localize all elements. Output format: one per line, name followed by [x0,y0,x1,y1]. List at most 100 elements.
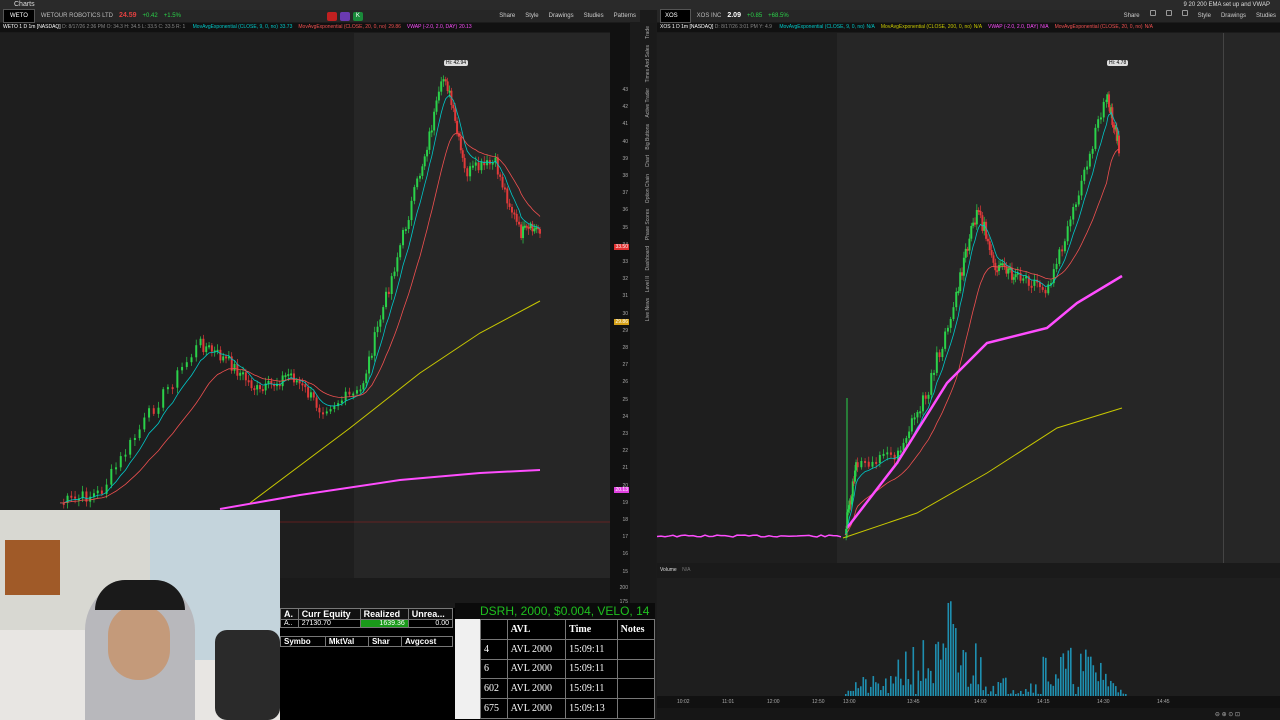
table-header-cell[interactable]: Symbo [280,636,326,647]
left-symbol-input[interactable]: WETO [3,9,35,23]
time-tick: 13:00 [843,699,856,705]
table-header-cell[interactable]: Time [565,619,618,640]
right-study-0[interactable]: MovAvgExponential (CLOSE, 9, 0, no) [779,24,864,30]
left-studies-button[interactable]: Studies [584,10,604,22]
left-price-tick: 31 [622,293,628,300]
order-cell: 15:09:11 [565,678,618,700]
right-study-1[interactable]: MovAvgExponential (CLOSE, 200, 0, no) [881,24,972,30]
left-candle [508,203,511,207]
table-header-cell[interactable]: Realized [359,608,409,620]
left-candle [329,409,332,412]
left-price-axis[interactable]: 4342414039383736353433323130292827262524… [610,23,630,605]
right-candle [864,460,867,463]
table-header-cell[interactable]: AVL [506,619,567,640]
side-tab[interactable]: Phase Scores [645,209,651,240]
left-candle [256,385,259,390]
order-cell [616,698,655,719]
table-header-cell[interactable]: Avgcost [400,636,454,647]
left-style-button[interactable]: Style [525,10,538,22]
table-header-cell[interactable]: A. [280,608,299,620]
side-tab[interactable]: Option Chain [645,174,651,203]
right-drawings-button[interactable]: Drawings [1221,10,1246,22]
left-candle [115,467,118,470]
left-chart-area[interactable]: Hi: 42.94 [0,33,610,578]
volume-bar [855,682,857,696]
left-study-0[interactable]: MovAvgExponential (CLOSE, 9, 0, no) [193,24,278,30]
left-candle [70,495,73,498]
left-drawings-button[interactable]: Drawings [549,10,574,22]
grid-icon[interactable] [1165,10,1172,16]
table-row[interactable]: 675 AVL 2000 15:09:13 [480,698,655,719]
table-header-cell[interactable] [480,619,508,640]
right-bottom-bar: ⊖ ⊕ ⊙ ⊡ [657,708,1280,720]
side-tab[interactable]: Level II [645,276,651,292]
right-share-button[interactable]: Share [1124,10,1140,22]
left-candle [322,412,325,415]
left-candle [430,130,433,133]
account-panel: A. Curr Equity Realized Unrea... A.. 27130.7… [280,608,455,720]
time-tick: 14:00 [974,699,987,705]
left-candle [527,226,530,229]
left-candle [423,156,426,167]
side-tab[interactable]: Trade [645,26,651,39]
table-header-cell[interactable]: Notes [616,619,655,640]
right-candle [1058,249,1061,264]
left-study-1[interactable]: MovAvgExponential (CLOSE, 20, 0, no) [298,24,386,30]
table-header-cell[interactable]: Unrea... [407,608,454,620]
record-icon[interactable] [326,11,337,21]
table-header-cell[interactable]: Shar [367,636,402,647]
right-study-value-1: N/A [973,24,983,30]
side-tab[interactable]: Live News [645,298,651,321]
zoom-icons[interactable]: ⊖ ⊕ ⊙ ⊡ [1215,711,1240,718]
right-chart-area[interactable]: Hi: 4.78 [657,33,1280,563]
right-studies-button[interactable]: Studies [1256,10,1276,22]
volume-bar [1060,656,1062,696]
k-icon[interactable]: K [352,11,363,21]
left-candle [119,456,122,468]
right-candle [1108,94,1111,108]
left-patterns-button[interactable]: Patterns [614,10,636,22]
order-cell: 15:09:13 [565,698,618,719]
table-row[interactable]: 4 AVL 2000 15:09:11 [480,638,655,660]
side-tab[interactable]: Chart [645,155,651,167]
table-header-cell[interactable]: MktVal [324,636,369,647]
right-candle [944,331,947,349]
right-company-name: XOS INC [696,13,722,19]
table-header-cell[interactable]: Curr Equity [297,608,361,620]
right-study-3[interactable]: MovAvgExponential (CLOSE, 20, 0, no) [1055,24,1143,30]
right-candle [867,461,870,467]
side-tab[interactable]: Active Trader [645,88,651,117]
side-tab[interactable]: Dashboard [645,246,651,270]
right-study-row: XOS 1 D 1m [NASDAQ] D: 8/17/26 3:01 PM Y… [657,23,1280,32]
top-right-note: 9 20 200 EMA set up and VWAP [1183,2,1271,8]
right-study-2[interactable]: VWAP (-2.0, 2.0, DAY) [988,24,1038,30]
right-volume-area[interactable] [657,578,1280,696]
left-share-button[interactable]: Share [499,10,515,22]
right-time-axis[interactable]: 10:02 11:01 12:00 12:50 13:00 13:45 14:00 14:15… [657,696,1280,708]
right-ohlc: D: 8/17/26 3:01 PM Y: 4.9 [714,24,772,30]
gear-icon[interactable] [1181,10,1188,16]
right-candle [899,450,902,453]
volume-bar [960,665,962,696]
left-volume-tick: 200 [619,585,628,591]
left-last-price: 24.59 [119,12,137,19]
stream-icon[interactable] [339,11,350,21]
table-row[interactable]: 602 AVL 2000 15:09:11 [480,678,655,700]
volume-bar [900,678,902,696]
link-icon[interactable] [1149,10,1156,16]
right-candle [949,319,952,328]
left-candle [352,393,355,396]
right-candle [1055,263,1058,270]
left-candle [437,91,440,101]
right-last-price: 2.09 [727,12,741,19]
side-tab[interactable]: Big Buttons [645,124,651,150]
left-study-2[interactable]: VWAP (-2.0, 2.0, DAY) [407,24,457,30]
volume-bar [1110,680,1112,696]
right-candle [1069,219,1072,227]
side-tab[interactable]: Times And Sales [645,45,651,82]
left-candle [393,271,396,277]
scrollbar[interactable] [455,619,480,719]
right-style-button[interactable]: Style [1198,10,1211,22]
right-symbol-input[interactable]: XOS [660,9,691,23]
table-row[interactable]: 6 AVL 2000 15:09:11 [480,658,655,680]
